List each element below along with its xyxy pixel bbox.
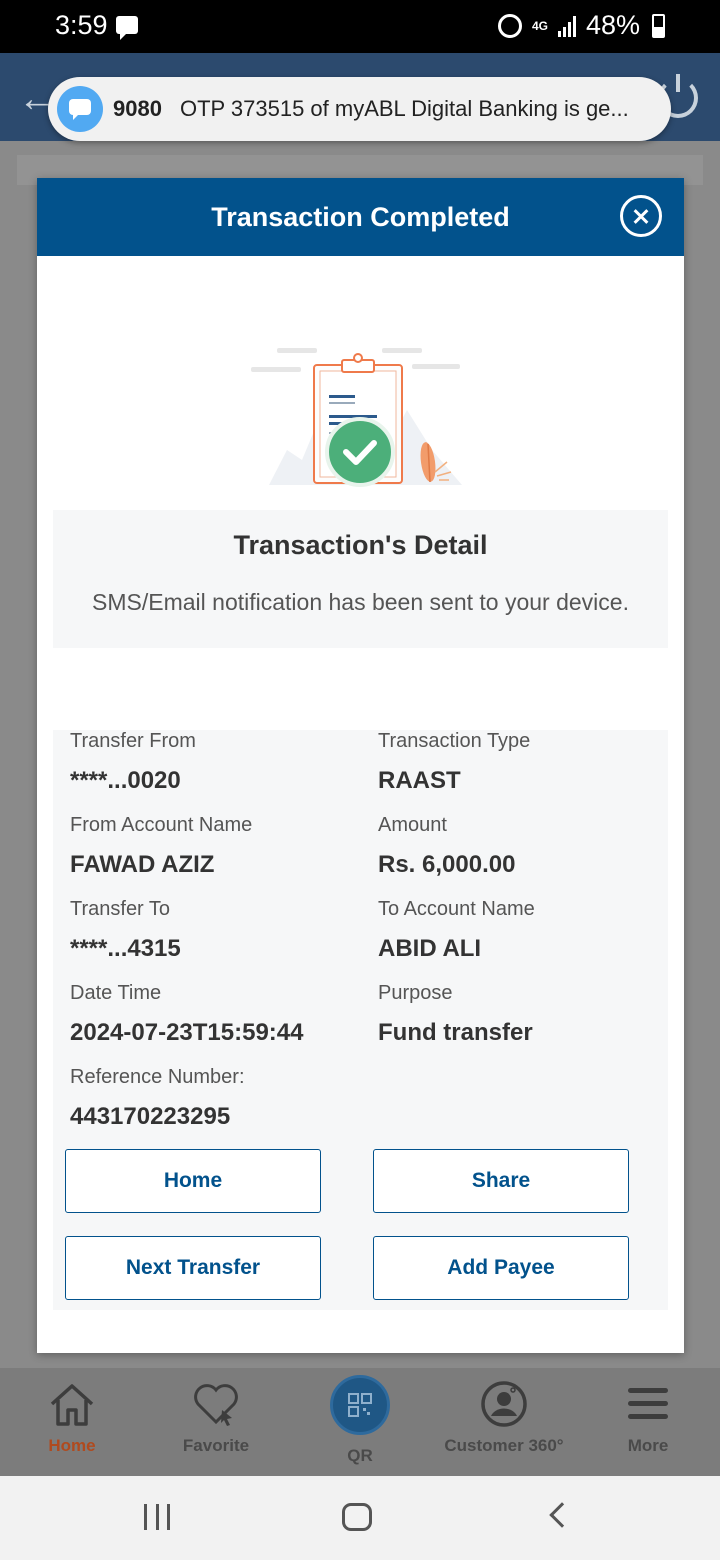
transaction-detail-panel: Transaction's Detail SMS/Email notificat… (53, 510, 668, 648)
field-value: ****...4315 (70, 935, 181, 962)
signal-icon (557, 15, 576, 37)
field-transfer-from: Transfer From ****...0020 (70, 730, 196, 795)
receipt-success-illustration (251, 348, 462, 487)
field-label: From Account Name (70, 814, 253, 836)
customer-icon (481, 1381, 527, 1427)
field-label: Purpose (378, 982, 453, 1004)
field-value: 2024-07-23T15:59:44 (70, 1019, 304, 1046)
notification-sender: 9080 (113, 96, 162, 121)
field-label: Reference Number: (70, 1066, 245, 1088)
nav-label: Home (48, 1436, 96, 1455)
field-label: Transaction Type (378, 730, 531, 752)
add-payee-button[interactable]: Add Payee (373, 1236, 629, 1300)
detail-title: Transaction's Detail (233, 530, 488, 560)
next-transfer-button[interactable]: Next Transfer (65, 1236, 321, 1300)
nav-item-customer-360[interactable]: Customer 360° (430, 1368, 578, 1476)
qr-icon (348, 1393, 372, 1417)
menu-icon (628, 1388, 668, 1419)
field-value: FAWAD AZIZ (70, 851, 215, 878)
battery-percent: 48% (585, 10, 640, 40)
battery-icon (652, 14, 665, 38)
network-label: 4G (531, 18, 548, 33)
field-value: RAAST (378, 767, 461, 794)
field-from-account-name: From Account Name FAWAD AZIZ (70, 814, 252, 879)
notification-text: OTP 373515 of myABL Digital Banking is g… (179, 96, 629, 121)
message-icon (57, 86, 103, 132)
transaction-info-panel: Transfer From ****...0020 Transaction Ty… (53, 730, 668, 1310)
field-date-time: Date Time 2024-07-23T15:59:44 (70, 982, 304, 1047)
transaction-modal: Transaction Completed Transaction's Deta… (37, 178, 684, 1353)
field-label: Date Time (70, 982, 162, 1004)
nav-item-favorite[interactable]: Favorite (146, 1368, 286, 1476)
field-transaction-type: Transaction Type RAAST (378, 730, 530, 795)
message-status-icon (116, 16, 138, 40)
field-label: Amount (378, 814, 447, 836)
qr-button[interactable] (330, 1375, 390, 1435)
field-label: Transfer To (70, 898, 171, 920)
field-to-account-name: To Account Name ABID ALI (378, 898, 535, 963)
field-label: Transfer From (70, 730, 196, 752)
field-label: To Account Name (378, 898, 535, 920)
sms-notification[interactable]: 9080 OTP 373515 of myABL Digital Banking… (48, 77, 671, 141)
home-icon (50, 1384, 94, 1426)
status-bar: 3:59 4G 48% (0, 0, 720, 53)
alarm-icon (497, 13, 522, 38)
modal-title: Transaction Completed (211, 202, 510, 232)
status-indicators: 4G 48% (497, 10, 640, 41)
field-value: ****...0020 (70, 767, 181, 794)
field-transfer-to: Transfer To ****...4315 (70, 898, 181, 963)
nav-label: QR (347, 1446, 373, 1465)
field-value: ABID ALI (378, 935, 482, 962)
notification-sent-message: SMS/Email notification has been sent to … (92, 589, 629, 615)
field-value: 443170223295 (70, 1103, 231, 1130)
share-button[interactable]: Share (373, 1149, 629, 1213)
nav-item-more[interactable]: More (578, 1368, 718, 1476)
home-button[interactable]: Home (65, 1149, 321, 1213)
nav-item-home[interactable]: Home (2, 1368, 142, 1476)
field-purpose: Purpose Fund transfer (378, 982, 533, 1047)
field-reference-number: Reference Number: 443170223295 (70, 1066, 245, 1131)
nav-label: Favorite (182, 1436, 250, 1455)
modal-header: Transaction Completed (37, 178, 684, 256)
nav-label: Customer 360° (444, 1436, 564, 1455)
field-value: Fund transfer (378, 1019, 533, 1046)
heart-icon (194, 1384, 238, 1426)
nav-label: More (627, 1436, 669, 1455)
recent-apps-icon[interactable] (144, 1504, 170, 1530)
field-amount: Amount Rs. 6,000.00 (378, 814, 515, 879)
field-value: Rs. 6,000.00 (378, 851, 516, 878)
system-back-icon[interactable] (549, 1502, 575, 1528)
close-button[interactable] (620, 195, 662, 237)
system-nav-bar (0, 1476, 720, 1560)
status-time: 3:59 (55, 10, 108, 40)
system-home-icon[interactable] (342, 1503, 372, 1531)
